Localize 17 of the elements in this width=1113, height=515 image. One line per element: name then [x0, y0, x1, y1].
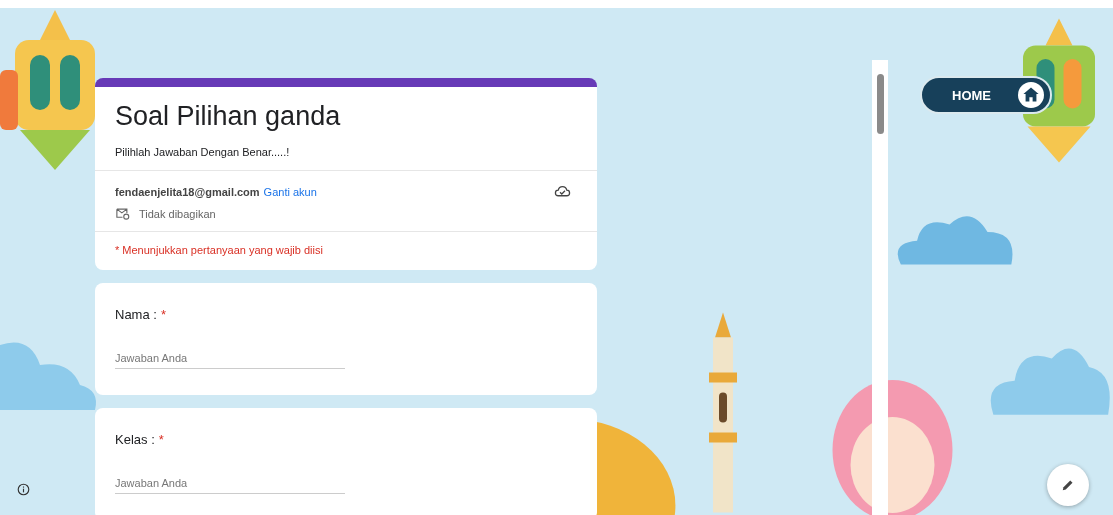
- required-asterisk: *: [158, 432, 164, 447]
- form-description: Pilihlah Jawaban Dengan Benar.....!: [115, 145, 291, 160]
- required-asterisk: *: [160, 307, 166, 322]
- account-email: fendaenjelita18@gmail.com: [115, 185, 260, 198]
- scrollbar-thumb[interactable]: [876, 74, 884, 134]
- question-label: Nama :: [115, 307, 157, 322]
- question-label: Kelas :: [115, 432, 155, 447]
- home-label: HOME: [952, 87, 991, 103]
- info-icon: [17, 483, 30, 496]
- sharing-status: Tidak dibagikan: [139, 207, 216, 220]
- switch-account-link[interactable]: Ganti akun: [263, 185, 317, 198]
- form-title: Soal Pilihan ganda: [115, 100, 342, 132]
- mail-icon: [115, 206, 130, 221]
- home-button[interactable]: HOME: [920, 76, 1052, 114]
- home-icon: [1018, 82, 1044, 108]
- edit-button[interactable]: [1047, 464, 1089, 506]
- required-note: * Menunjukkan pertanyaan yang wajib diisi: [115, 243, 324, 258]
